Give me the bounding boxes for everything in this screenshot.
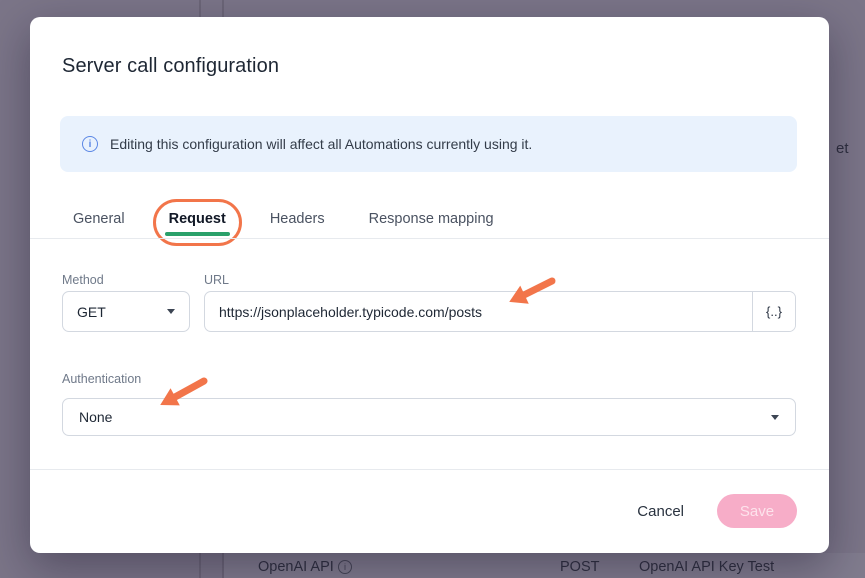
tab-request[interactable]: Request xyxy=(169,211,226,227)
chevron-down-icon xyxy=(167,309,175,314)
background-row-method: POST xyxy=(560,559,599,575)
authentication-label: Authentication xyxy=(62,372,141,386)
url-input[interactable] xyxy=(205,292,752,331)
url-label: URL xyxy=(204,273,229,287)
save-button[interactable]: Save xyxy=(717,494,797,528)
info-banner: i Editing this configuration will affect… xyxy=(60,116,797,172)
method-label: Method xyxy=(62,273,104,287)
insert-variable-button[interactable]: {..} xyxy=(752,292,795,331)
cancel-button[interactable]: Cancel xyxy=(637,503,684,520)
tab-bar: General Request Headers Response mapping xyxy=(73,205,494,233)
server-call-configuration-dialog: Server call configuration i Editing this… xyxy=(30,17,829,553)
method-select[interactable]: GET xyxy=(62,291,190,332)
info-icon: i xyxy=(338,560,352,574)
dialog-footer: Cancel Save xyxy=(637,494,797,528)
background-row-name: OpenAI API xyxy=(258,559,334,575)
method-select-value: GET xyxy=(77,304,106,320)
dialog-title: Server call configuration xyxy=(62,55,279,78)
url-input-group: {..} xyxy=(204,291,796,332)
info-banner-text: Editing this configuration will affect a… xyxy=(110,136,532,152)
tab-bar-divider xyxy=(30,238,829,239)
authentication-select[interactable]: None xyxy=(62,398,796,436)
chevron-down-icon xyxy=(771,415,779,420)
tab-headers[interactable]: Headers xyxy=(270,211,325,227)
background-row-key: OpenAI API Key Test xyxy=(639,559,774,575)
tab-response-mapping[interactable]: Response mapping xyxy=(369,211,494,227)
footer-divider xyxy=(30,469,829,470)
tab-general[interactable]: General xyxy=(73,211,125,227)
info-icon: i xyxy=(82,136,98,152)
tab-request-label: Request xyxy=(169,211,226,227)
authentication-select-value: None xyxy=(79,409,112,425)
active-tab-underline xyxy=(165,232,230,236)
background-text-fragment: et xyxy=(836,140,849,157)
